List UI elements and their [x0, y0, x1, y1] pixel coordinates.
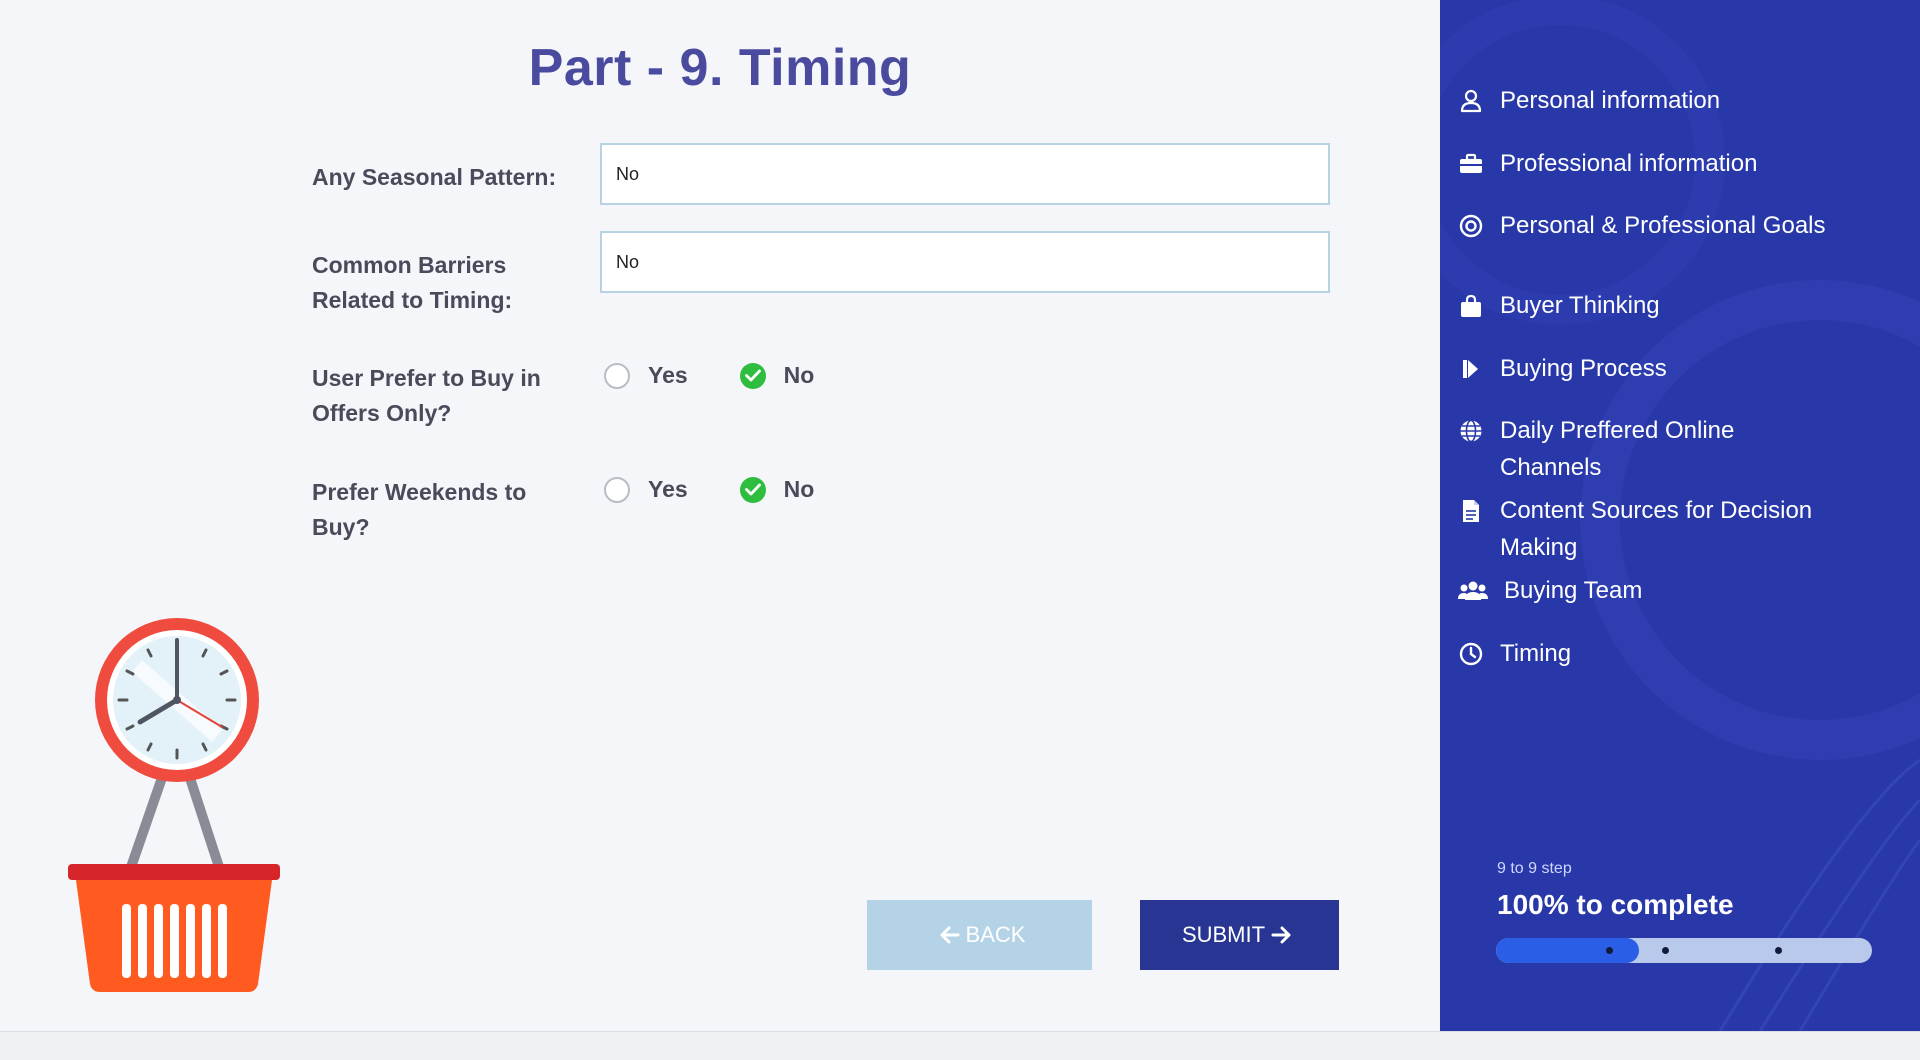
sidebar-item-professional-information[interactable]: Professional information — [1458, 145, 1830, 182]
radio-unchecked-icon[interactable] — [604, 476, 630, 503]
sidebar-item-content-sources[interactable]: Content Sources for Decision Making — [1458, 492, 1830, 566]
sidebar-item-label: Buying Team — [1504, 577, 1643, 604]
offers-only-no-option[interactable]: No — [739, 362, 815, 389]
offers-only-yes-option[interactable]: Yes — [604, 362, 688, 389]
submit-button[interactable]: SUBMIT — [1140, 900, 1339, 970]
step-forward-icon — [1458, 350, 1484, 387]
completion-text: 100% to complete — [1497, 889, 1734, 920]
sidebar-item-label: Buyer Thinking — [1500, 292, 1660, 319]
radio-unchecked-icon[interactable] — [604, 362, 630, 389]
clock-basket-illustration — [68, 618, 280, 992]
offers-only-no-label: No — [783, 362, 815, 388]
progress-bar-fill — [1496, 938, 1639, 963]
weekends-label: Prefer Weekends to Buy? — [312, 479, 527, 540]
weekends-radio-group: Yes No — [604, 476, 866, 503]
sidebar-item-label: Daily Preffered Online Channels — [1500, 417, 1735, 481]
check-circle-icon[interactable] — [739, 476, 766, 503]
sidebar-item-label: Personal & Professional Goals — [1500, 212, 1826, 239]
target-icon — [1458, 207, 1484, 244]
sidebar-item-daily-online-channels[interactable]: Daily Preffered Online Channels — [1458, 412, 1830, 486]
progress-dot — [1662, 947, 1669, 954]
globe-icon — [1458, 412, 1484, 449]
weekends-yes-option[interactable]: Yes — [604, 476, 688, 503]
progress-bar — [1496, 938, 1872, 963]
sidebar-item-label: Professional information — [1500, 150, 1758, 177]
step-indicator: 9 to 9 step — [1497, 860, 1572, 877]
bottom-strip — [0, 1031, 1920, 1060]
sidebar-item-timing[interactable]: Timing — [1458, 635, 1830, 672]
user-icon — [1458, 82, 1484, 119]
seasonal-pattern-input[interactable]: No — [600, 143, 1330, 205]
weekends-yes-label: Yes — [648, 476, 688, 502]
offers-only-label: User Prefer to Buy in Offers Only? — [312, 365, 541, 426]
clock-icon — [1458, 635, 1484, 672]
sidebar-item-label: Content Sources for Decision Making — [1500, 497, 1813, 561]
sidebar-item-label: Timing — [1500, 640, 1572, 667]
progress-dot — [1775, 947, 1782, 954]
back-button-label: BACK — [965, 922, 1026, 947]
briefcase-icon — [1458, 145, 1484, 182]
sidebar-item-buying-process[interactable]: Buying Process — [1458, 350, 1830, 387]
main-panel: Part - 9. Timing Any Seasonal Pattern: N… — [0, 0, 1440, 1031]
seasonal-pattern-label: Any Seasonal Pattern: — [312, 164, 557, 190]
document-icon — [1458, 492, 1484, 529]
sidebar-item-buyer-thinking[interactable]: Buyer Thinking — [1458, 287, 1830, 324]
weekends-no-option[interactable]: No — [739, 476, 815, 503]
timing-barriers-label: Common Barriers Related to Timing: — [312, 252, 513, 313]
sidebar-item-label: Buying Process — [1500, 355, 1667, 382]
sidebar-item-personal-professional-goals[interactable]: Personal & Professional Goals — [1458, 207, 1830, 244]
back-button[interactable]: BACK — [867, 900, 1092, 970]
submit-button-label: SUBMIT — [1181, 922, 1266, 947]
arrow-right-icon — [1271, 926, 1291, 944]
users-icon — [1458, 572, 1488, 609]
arrow-left-icon — [940, 926, 960, 944]
sidebar-item-label: Personal information — [1500, 87, 1721, 114]
progress-dot — [1606, 947, 1613, 954]
timing-barriers-input[interactable]: No — [600, 231, 1330, 293]
shopping-bag-icon — [1458, 287, 1484, 324]
offers-only-yes-label: Yes — [648, 362, 688, 388]
weekends-no-label: No — [783, 476, 815, 502]
check-circle-icon[interactable] — [739, 362, 766, 389]
offers-only-radio-group: Yes No — [604, 362, 866, 389]
sidebar-item-personal-information[interactable]: Personal information — [1458, 82, 1830, 119]
page-title: Part - 9. Timing — [528, 39, 912, 97]
sidebar-item-buying-team[interactable]: Buying Team — [1458, 572, 1834, 609]
